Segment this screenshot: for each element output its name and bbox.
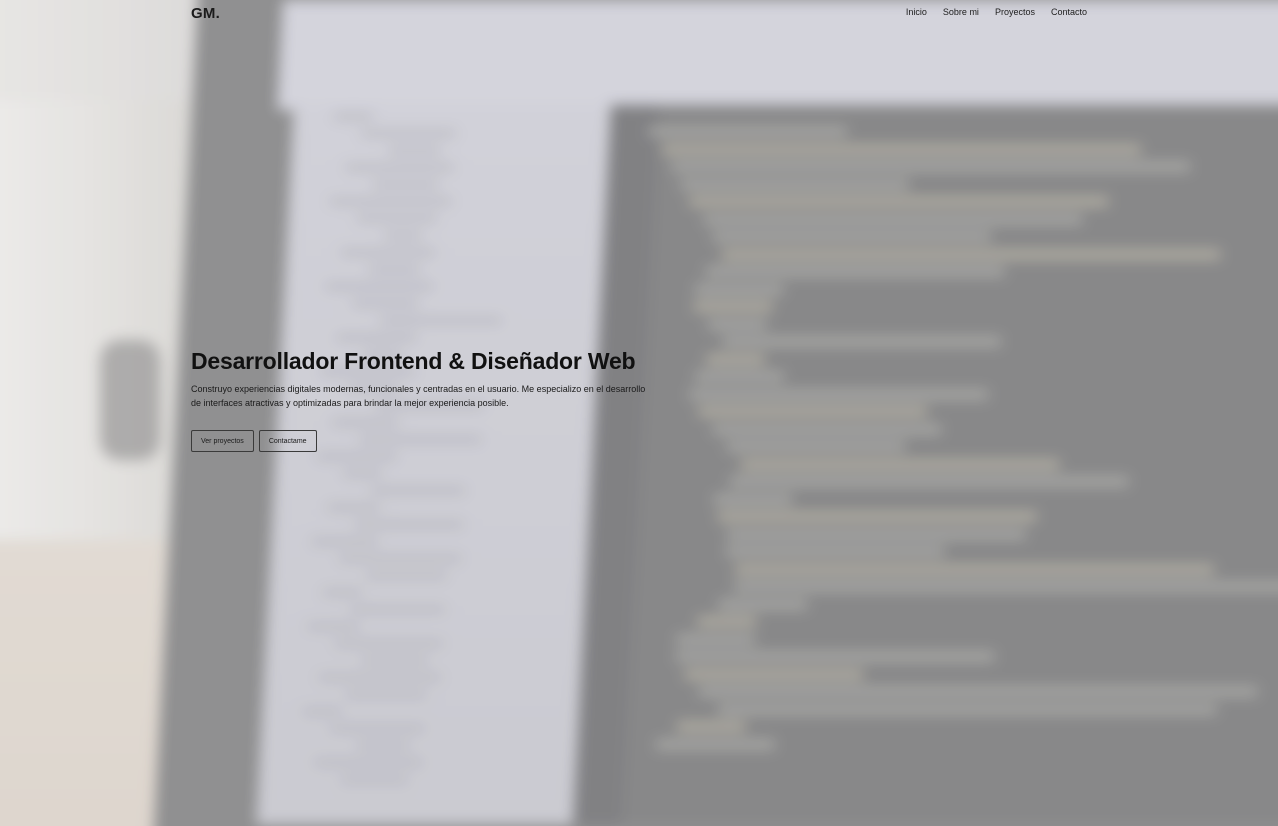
nav-link-proyectos[interactable]: Proyectos bbox=[995, 7, 1035, 17]
site-logo[interactable]: GM. bbox=[191, 5, 220, 22]
contact-button[interactable]: Contactame bbox=[258, 430, 317, 452]
site-header: GM. Inicio Sobre mi Proyectos Contacto bbox=[0, 0, 1278, 28]
nav-link-inicio[interactable]: Inicio bbox=[906, 7, 927, 17]
view-projects-button[interactable]: Ver proyectos bbox=[191, 430, 254, 452]
hero-title: Desarrollador Frontend & Diseñador Web bbox=[191, 348, 636, 374]
nav-link-sobre-mi[interactable]: Sobre mi bbox=[943, 7, 979, 17]
hero-description: Construyo experiencias digitales moderna… bbox=[191, 384, 646, 408]
main-nav: Inicio Sobre mi Proyectos Contacto bbox=[906, 7, 1087, 17]
hero-actions: Ver proyectos Contactame bbox=[191, 430, 661, 452]
hero-section: Desarrollador Frontend & Diseñador Web C… bbox=[191, 349, 661, 452]
nav-link-contacto[interactable]: Contacto bbox=[1051, 7, 1087, 17]
